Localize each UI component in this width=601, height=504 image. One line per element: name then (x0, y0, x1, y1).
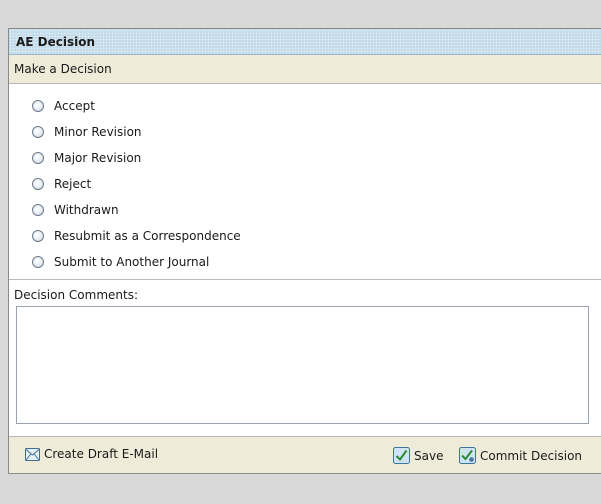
commit-decision-button[interactable]: Commit Decision (459, 447, 582, 464)
radio-accept[interactable] (32, 100, 44, 112)
create-draft-email-label: Create Draft E-Mail (44, 447, 159, 461)
option-label: Withdrawn (54, 203, 119, 217)
option-resubmit-correspondence[interactable]: Resubmit as a Correspondence (9, 223, 601, 249)
option-label: Accept (54, 99, 95, 113)
decision-comments-input[interactable] (16, 306, 589, 424)
checkmark-seal-icon (459, 447, 476, 464)
option-label: Submit to Another Journal (54, 255, 210, 269)
decision-options: Accept Minor Revision Major Revision Rej… (9, 84, 601, 280)
envelope-icon (25, 447, 40, 461)
radio-reject[interactable] (32, 178, 44, 190)
panel-footer: Create Draft E-Mail Save Commit Decision (9, 436, 601, 473)
checkmark-icon (393, 447, 410, 464)
option-minor-revision[interactable]: Minor Revision (9, 119, 601, 145)
option-label: Resubmit as a Correspondence (54, 229, 241, 243)
option-accept[interactable]: Accept (9, 93, 601, 119)
radio-withdrawn[interactable] (32, 204, 44, 216)
option-reject[interactable]: Reject (9, 171, 601, 197)
panel-title: AE Decision (9, 29, 601, 55)
make-decision-header: Make a Decision (9, 55, 601, 84)
create-draft-email-button[interactable]: Create Draft E-Mail (25, 447, 158, 461)
option-submit-another-journal[interactable]: Submit to Another Journal (9, 249, 601, 275)
option-label: Major Revision (54, 151, 142, 165)
radio-resubmit-correspondence[interactable] (32, 230, 44, 242)
option-major-revision[interactable]: Major Revision (9, 145, 601, 171)
radio-submit-another-journal[interactable] (32, 256, 44, 268)
decision-comments-label: Decision Comments: (14, 288, 138, 302)
option-withdrawn[interactable]: Withdrawn (9, 197, 601, 223)
commit-decision-label: Commit Decision (480, 448, 583, 463)
option-label: Reject (54, 177, 92, 191)
radio-minor-revision[interactable] (32, 126, 44, 138)
save-label: Save (414, 448, 444, 463)
radio-major-revision[interactable] (32, 152, 44, 164)
save-button[interactable]: Save (393, 447, 443, 464)
ae-decision-panel: AE Decision Make a Decision Accept Minor… (8, 28, 601, 474)
option-label: Minor Revision (54, 125, 142, 139)
